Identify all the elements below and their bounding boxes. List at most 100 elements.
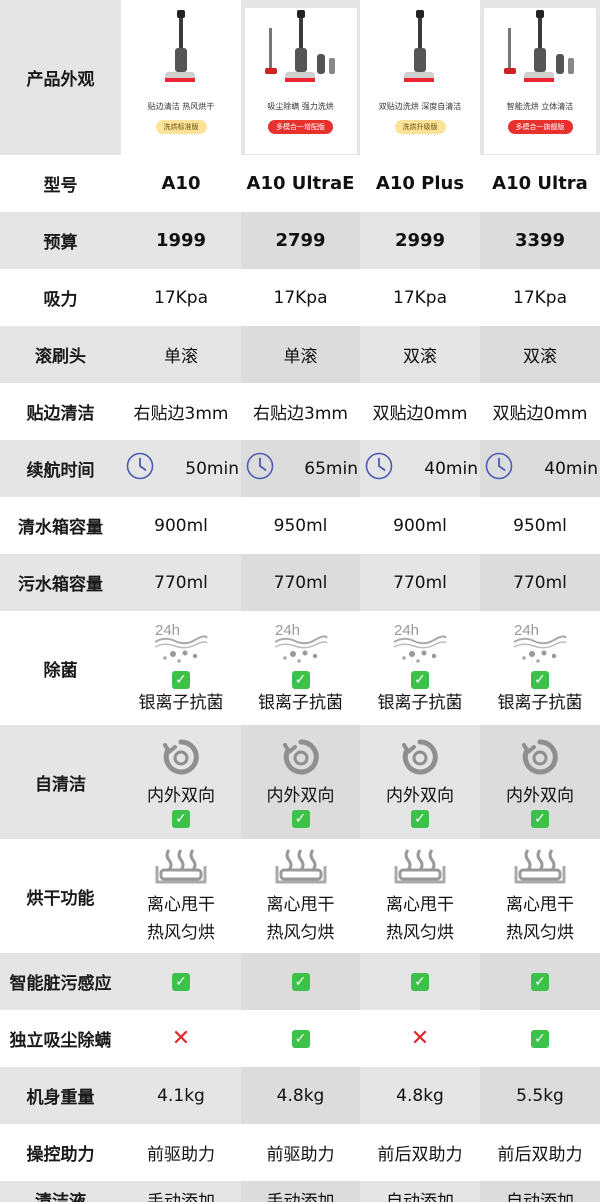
- budget-cell: 3399: [480, 212, 600, 269]
- sterilize-cell: 24h ✓ 银离子抗菌: [360, 611, 480, 725]
- dirt_sense-cell: ✓: [480, 953, 600, 1010]
- cross-icon: ✕: [171, 1026, 191, 1051]
- rotate-clean-icon: [281, 737, 321, 782]
- check-icon: ✓: [531, 809, 549, 828]
- cross-icon: ✕: [410, 1026, 430, 1051]
- runtime-label: 续航时间: [0, 440, 121, 497]
- sterilize-cell: 24h ✓ 银离子抗菌: [121, 611, 241, 725]
- dirty_tank-cell: 770ml: [480, 554, 600, 611]
- rotate-clean-icon: [161, 737, 201, 782]
- sterilize-text: 银离子抗菌: [258, 692, 343, 713]
- suction-cell: 17Kpa: [360, 269, 480, 326]
- check-icon: ✓: [531, 972, 549, 991]
- self_clean-cell: 内外双向 ✓: [121, 725, 241, 839]
- heating-icon: [390, 846, 450, 891]
- product-card[interactable]: 吸尘除螨 强力洗烘多模合一增配版: [244, 8, 357, 154]
- product-card[interactable]: 双贴边洗烘 深度自清洁洗烘升级版: [364, 8, 476, 154]
- sterilize-icon-text: 24h: [155, 622, 180, 639]
- self_clean-cell: 内外双向 ✓: [480, 725, 600, 839]
- self_clean-text: 内外双向: [147, 785, 215, 806]
- suction-cell: 17Kpa: [241, 269, 360, 326]
- sterilize-icon-text: 24h: [394, 622, 419, 639]
- weight-cell: 5.5kg: [480, 1067, 600, 1124]
- assist-label: 操控助力: [0, 1124, 121, 1181]
- sterilize-cell: 24h ✓ 银离子抗菌: [241, 611, 360, 725]
- runtime-value: 50min: [185, 458, 239, 479]
- self_clean-cell: 内外双向 ✓: [241, 725, 360, 839]
- dirt_sense-cell: ✓: [121, 953, 241, 1010]
- product-card[interactable]: 贴边清洁 热风烘干 洗烘标准版: [125, 8, 237, 154]
- clean_tank-cell: 950ml: [480, 497, 600, 554]
- svg-text:24h: 24h: [155, 622, 180, 639]
- check-icon: ✓: [172, 972, 190, 991]
- model-cell: A10 UltraE: [241, 155, 360, 212]
- drying-cell: 离心甩干 热风匀烘: [241, 839, 360, 953]
- runtime-cell: 50min: [121, 440, 241, 497]
- drying-line2: 热风匀烘: [506, 922, 574, 943]
- budget-cell: 1999: [121, 212, 241, 269]
- rotate-clean-icon: [400, 737, 440, 782]
- product-image: [500, 8, 580, 95]
- assist-cell: 前驱助力: [121, 1124, 241, 1181]
- header-cell: 贴边清洁 热风烘干 洗烘标准版: [121, 0, 241, 155]
- brush-label: 滚刷头: [0, 326, 121, 383]
- product-badge: 多模合一增配版: [268, 120, 333, 134]
- product-badge: 洗烘升级版: [394, 120, 446, 134]
- edge-label: 贴边清洁: [0, 383, 121, 440]
- product-desc: 吸尘除螨 强力洗烘: [267, 102, 334, 111]
- product-image: [141, 8, 221, 95]
- drying-line2: 热风匀烘: [147, 922, 215, 943]
- dust-label: 独立吸尘除螨: [0, 1010, 121, 1067]
- clock-icon: [245, 451, 275, 486]
- clean_tank-label: 清水箱容量: [0, 497, 121, 554]
- drying-cell: 离心甩干 热风匀烘: [121, 839, 241, 953]
- check-icon: ✓: [291, 809, 310, 828]
- check-icon: ✓: [291, 670, 310, 689]
- heating-icon: [151, 846, 211, 891]
- runtime-cell: 65min: [241, 440, 360, 497]
- header-cell: 双贴边洗烘 深度自清洁洗烘升级版: [360, 0, 480, 155]
- sterilize-text: 银离子抗菌: [497, 692, 583, 713]
- clock-icon: [125, 451, 155, 486]
- weight-label: 机身重量: [0, 1067, 121, 1124]
- check-icon: ✓: [411, 809, 429, 828]
- comparison-table: 产品外观 贴边清洁 热风烘干 洗烘标准版 吸尘除螨 强力洗烘 多模合一增配版 双贴边洗烘 …: [0, 0, 600, 1202]
- self_clean-label: 自清洁: [0, 725, 121, 839]
- clean_tank-cell: 900ml: [360, 497, 480, 554]
- product-desc: 双贴边洗烘 深度自清洁: [378, 102, 462, 111]
- drying-line1: 离心甩干: [506, 894, 574, 915]
- self_clean-text: 内外双向: [266, 785, 335, 806]
- weight-cell: 4.8kg: [360, 1067, 480, 1124]
- dirt_sense-label: 智能脏污感应: [0, 953, 121, 1010]
- header-cell: 智能洗烘 立体清洁 多模合一旗舰版: [480, 0, 600, 155]
- budget-cell: 2799: [241, 212, 360, 269]
- 24h-sterilize-icon: 24h: [390, 620, 450, 671]
- clock-icon: [484, 451, 514, 486]
- sterilize-text: 银离子抗菌: [377, 692, 463, 713]
- product-image: [380, 8, 460, 95]
- check-icon: ✓: [531, 1029, 549, 1048]
- heating-icon: [510, 846, 570, 891]
- rotate-clean-icon: [520, 737, 560, 782]
- solution-cell: 手动添加: [121, 1181, 241, 1202]
- runtime-value: 65min: [304, 458, 358, 479]
- suction-cell: 17Kpa: [480, 269, 600, 326]
- drying-line1: 离心甩干: [386, 894, 454, 915]
- dirty_tank-cell: 770ml: [241, 554, 360, 611]
- svg-text:24h: 24h: [514, 622, 539, 639]
- dirty_tank-cell: 770ml: [121, 554, 241, 611]
- weight-cell: 4.8kg: [241, 1067, 360, 1124]
- brush-cell: 双滚: [360, 326, 480, 383]
- solution-cell: 手动添加: [241, 1181, 360, 1202]
- product-card[interactable]: 智能洗烘 立体清洁 多模合一旗舰版: [484, 8, 596, 154]
- dust-cell: ✕: [121, 1010, 241, 1067]
- solution-cell: 自动添加: [480, 1181, 600, 1202]
- product-badge: 多模合一旗舰版: [507, 120, 573, 134]
- check-icon: ✓: [531, 670, 549, 689]
- dirty_tank-cell: 770ml: [360, 554, 480, 611]
- dust-cell: ✕: [360, 1010, 480, 1067]
- drying-line2: 热风匀烘: [386, 922, 454, 943]
- 24h-sterilize-icon: 24h: [271, 620, 331, 671]
- runtime-value: 40min: [424, 458, 478, 479]
- model-cell: A10: [121, 155, 241, 212]
